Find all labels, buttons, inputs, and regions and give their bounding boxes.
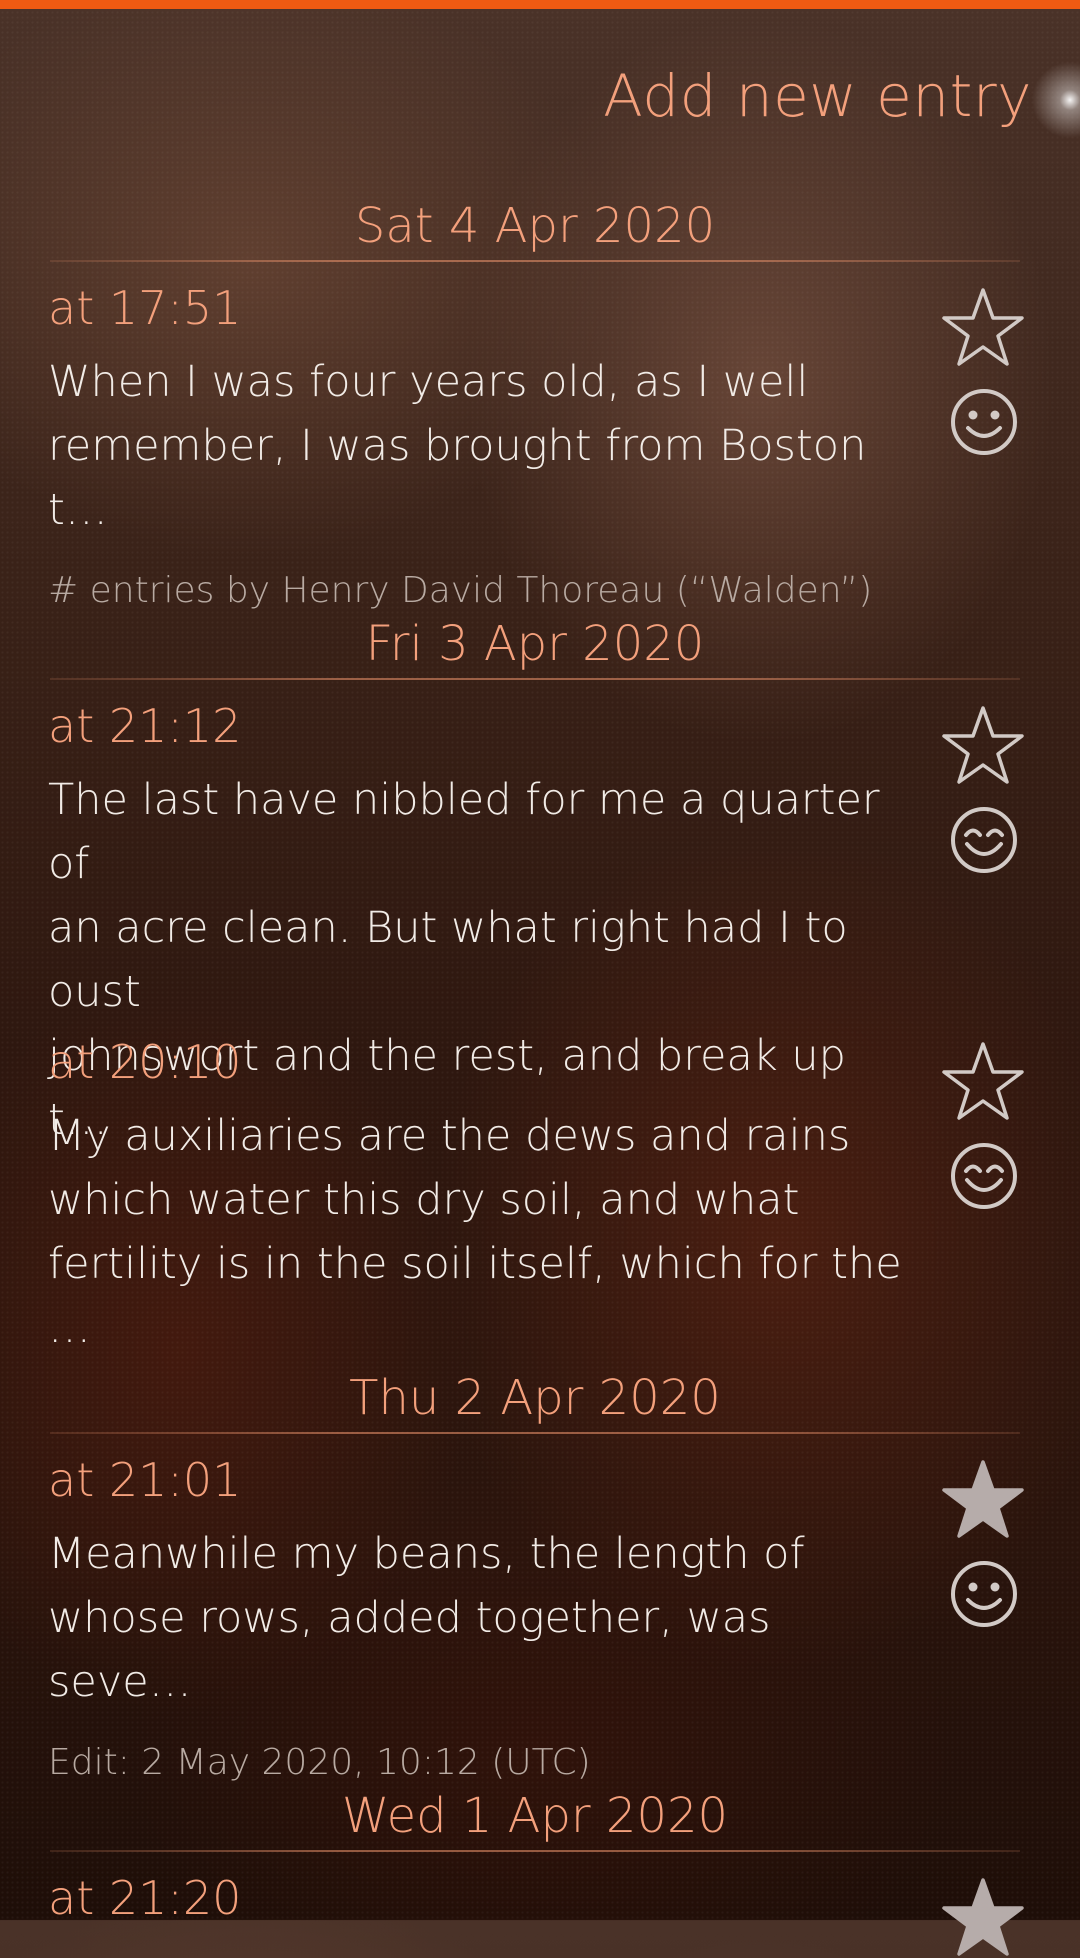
section-date: Sat 4 Apr 2020 [354, 198, 716, 254]
entry-preview-line: remember, I was brought from Boston t… [48, 421, 867, 535]
entry-icons [940, 286, 1028, 458]
diary-entry[interactable]: at 17:51 When I was four years old, as I… [48, 280, 1048, 614]
star-outline-icon[interactable] [940, 704, 1026, 786]
entry-preview-line: an acre clean. But what right had I to o… [48, 903, 848, 1017]
entry-time: at 20:10 [48, 1035, 242, 1089]
diary-entry[interactable]: at 21:20 [48, 1870, 1048, 1926]
entry-preview-line: The last have nibbled for me a quarter o… [48, 775, 880, 889]
section-date: Wed 1 Apr 2020 [341, 1788, 729, 1844]
entry-edit-note: Edit: 2 May 2020, 10:12 (UTC) [48, 1742, 591, 1783]
entry-preview: Meanwhile my beans, the length of whose … [48, 1522, 908, 1714]
entry-icons [940, 1876, 1028, 1958]
smile-icon [951, 389, 1017, 455]
section-divider [50, 260, 1020, 262]
add-new-entry-button[interactable]: Add new entry [603, 62, 1032, 130]
entry-preview-line: whose rows, added together, was seve… [48, 1593, 771, 1707]
section-divider [50, 1850, 1020, 1852]
entry-time: at 21:20 [48, 1871, 242, 1925]
section-divider [50, 678, 1020, 680]
smile-icon [951, 1561, 1017, 1627]
entry-icons [940, 1458, 1028, 1630]
entry-time: at 21:12 [48, 699, 242, 753]
star-outline-icon[interactable] [940, 286, 1026, 368]
star-filled-icon[interactable] [940, 1458, 1026, 1540]
section-date: Fri 3 Apr 2020 [365, 616, 705, 672]
entry-preview-line: Meanwhile my beans, the length of [48, 1529, 805, 1579]
entry-icons [940, 1040, 1028, 1212]
section-divider [50, 1432, 1020, 1434]
section-header: Fri 3 Apr 2020 [50, 616, 1020, 680]
pulley-menu-indicator [0, 0, 1080, 9]
section-header: Wed 1 Apr 2020 [50, 1788, 1020, 1852]
diary-entry[interactable]: at 21:01 Meanwhile my beans, the length … [48, 1452, 1048, 1786]
entry-tags: # entries by Henry David Thoreau (“Walde… [48, 570, 873, 611]
happy-face-icon [951, 1143, 1017, 1209]
entry-preview: When I was four years old, as I well rem… [48, 350, 908, 542]
diary-entry[interactable]: at 20:10 My auxiliaries are the dews and… [48, 1034, 1048, 1360]
star-filled-icon[interactable] [940, 1876, 1026, 1958]
entry-time: at 17:51 [48, 281, 242, 335]
section-date: Thu 2 Apr 2020 [349, 1370, 721, 1426]
entry-preview-line: When I was four years old, as I well [48, 357, 809, 407]
happy-face-icon [951, 807, 1017, 873]
star-outline-icon[interactable] [940, 1040, 1026, 1122]
section-header: Sat 4 Apr 2020 [50, 198, 1020, 262]
entry-preview-line: fertility is in the soil itself, which f… [48, 1239, 902, 1353]
entry-icons [940, 704, 1028, 876]
section-header: Thu 2 Apr 2020 [50, 1370, 1020, 1434]
entry-time: at 21:01 [48, 1453, 242, 1507]
entry-preview: My auxiliaries are the dews and rains wh… [48, 1104, 908, 1360]
entry-preview-line: which water this dry soil, and what [48, 1175, 800, 1225]
entry-preview-line: My auxiliaries are the dews and rains [48, 1111, 851, 1161]
